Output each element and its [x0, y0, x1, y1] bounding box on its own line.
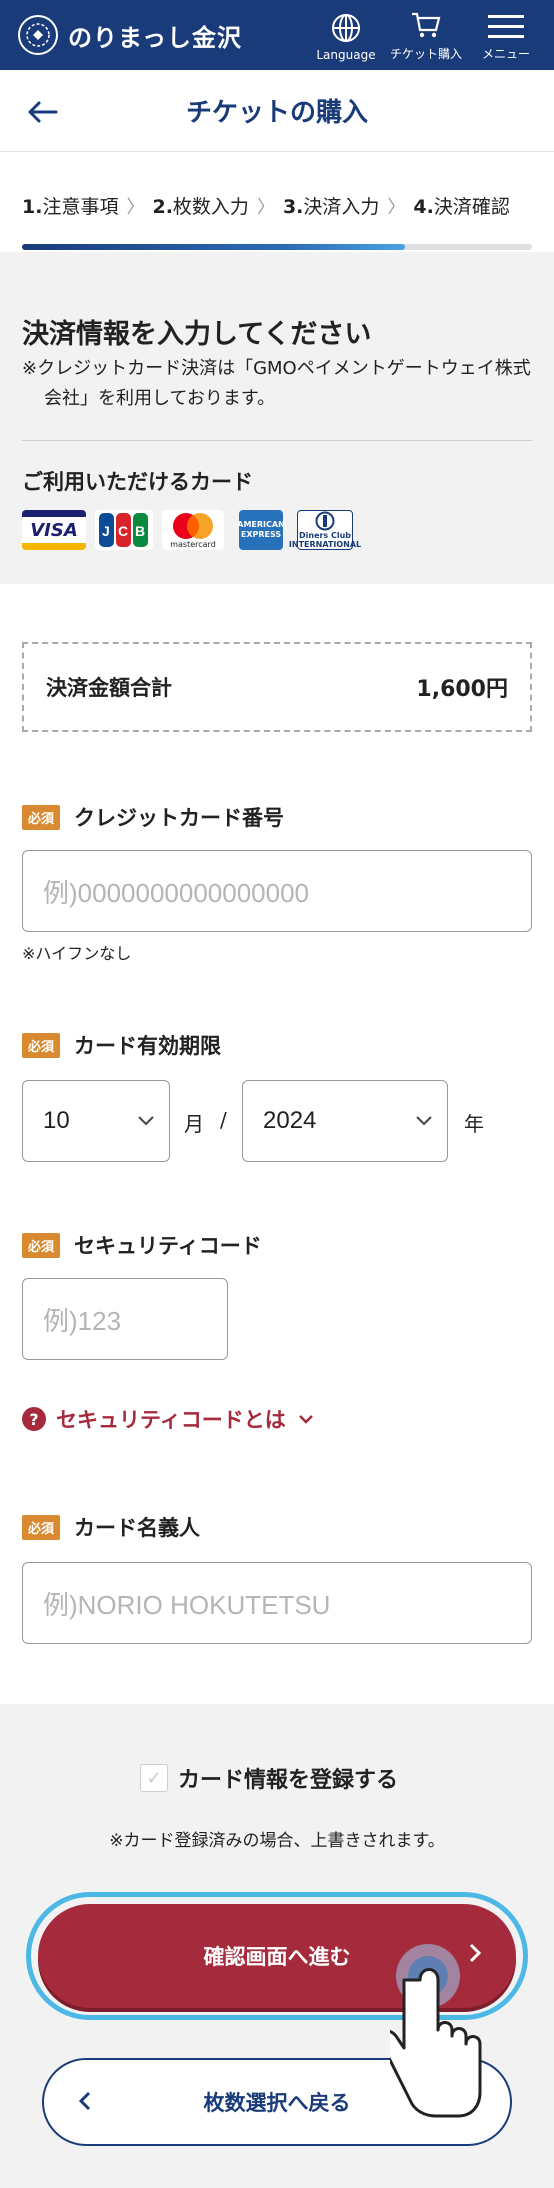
month-unit: 月 [184, 1112, 204, 1136]
total-value: 1,600円 [416, 677, 508, 702]
language-label: Language [316, 48, 376, 62]
card-number-hint: ※ハイフンなし [22, 944, 132, 963]
total-amount-box: 決済金額合計 1,600円 [22, 642, 532, 732]
chevron-right-icon: 〉 [387, 196, 406, 218]
menu-label: メニュー [481, 47, 530, 61]
step-1: 1.注意事項 [22, 196, 119, 218]
security-code-help-link[interactable]: ? セキュリティコードとは [22, 1404, 314, 1434]
expiry-year-select[interactable]: 2024 [242, 1080, 448, 1162]
card-holder-input[interactable]: 例)NORIO HOKUTETSU [22, 1562, 532, 1644]
top-nav: Language チケット購入 メニュー [306, 0, 546, 70]
card-holder-placeholder: 例)NORIO HOKUTETSU [43, 1589, 331, 1620]
arrow-left-icon [28, 101, 58, 123]
step-2: 2.枚数入力 [152, 196, 249, 218]
diners-logo-icon: Diners Club INTERNATIONAL [289, 510, 361, 550]
chevron-right-icon: 〉 [256, 196, 275, 218]
chevron-down-icon [298, 1415, 313, 1424]
page-title: チケットの購入 [185, 98, 368, 128]
payment-info-section: 決済情報を入力してください ※クレジットカード決済は「GMOペイメントゲートウェ… [0, 252, 554, 584]
expiry-year-value: 2024 [263, 1107, 317, 1134]
year-unit: 年 [464, 1112, 484, 1136]
ticket-purchase-label: チケット購入 [389, 47, 462, 61]
expiry-month-value: 10 [43, 1107, 70, 1134]
svg-text:J: J [102, 523, 110, 539]
brand-name: のりまっし金沢 [68, 23, 243, 52]
card-number-label: 必須 クレジットカード番号 [22, 802, 284, 832]
brand-logo-icon [18, 15, 58, 55]
language-button[interactable]: Language [306, 0, 386, 70]
top-header: のりまっし金沢 Language チケット購入 メニュー [0, 0, 554, 70]
gmo-note: ※クレジットカード決済は「GMOペイメントゲートウェイ株式会社」を利用しておりま… [22, 358, 531, 409]
chevron-left-icon [78, 2091, 91, 2111]
step-indicator: 1.注意事項 〉 2.枚数入力 〉 3.決済入力 〉 4.決済確認 [0, 152, 554, 252]
progress-bar-fill [22, 244, 405, 250]
cards-heading: ご利用いただけるカード [22, 470, 253, 494]
hamburger-icon [488, 15, 524, 38]
accepted-cards: VISA JCB mastercard AMERICAN EXPRESS Din… [22, 510, 362, 550]
card-holder-label: 必須 カード名義人 [22, 1512, 200, 1542]
question-icon: ? [22, 1407, 46, 1431]
ticket-purchase-button[interactable]: チケット購入 [386, 0, 466, 70]
card-number-placeholder: 例)0000000000000000 [43, 877, 310, 908]
globe-icon [332, 14, 360, 42]
chevron-down-icon [416, 1116, 432, 1126]
expiry-label: 必須 カード有効期限 [22, 1030, 221, 1060]
date-separator: / [220, 1108, 227, 1132]
total-label: 決済金額合計 [46, 676, 172, 700]
required-badge: 必須 [22, 804, 61, 830]
back-button[interactable] [22, 92, 62, 132]
divider [22, 440, 532, 441]
svg-text:B: B [135, 523, 145, 539]
section-heading: 決済情報を入力してください [22, 319, 372, 350]
progress-bar [22, 244, 532, 250]
cart-icon [412, 12, 441, 38]
chevron-down-icon [138, 1116, 154, 1126]
step-3: 3.決済入力 [282, 196, 380, 218]
register-card-checkbox[interactable]: ✓ [140, 1764, 168, 1792]
security-code-placeholder: 例)123 [43, 1305, 122, 1336]
svg-text:C: C [118, 523, 128, 539]
title-bar: チケットの購入 [0, 70, 554, 152]
step-4: 4.決済確認 [413, 196, 510, 218]
menu-button[interactable]: メニュー [466, 0, 546, 70]
security-code-label: 必須 セキュリティコード [22, 1230, 262, 1260]
required-badge: 必須 [22, 1514, 61, 1540]
visa-logo-icon: VISA [22, 510, 86, 550]
register-note: ※カード登録済みの場合、上書きされます。 [109, 1831, 445, 1851]
required-badge: 必須 [22, 1232, 61, 1258]
security-code-input[interactable]: 例)123 [22, 1278, 228, 1360]
register-card-option[interactable]: ✓ カード情報を登録する [140, 1762, 398, 1794]
mastercard-logo-icon: mastercard [162, 510, 224, 550]
expiry-month-select[interactable]: 10 [22, 1080, 170, 1162]
brand[interactable]: のりまっし金沢 [18, 15, 242, 55]
tap-hand-icon [390, 1944, 482, 2118]
amex-logo-icon: AMERICAN EXPRESS [237, 510, 285, 550]
card-number-input[interactable]: 例)0000000000000000 [22, 850, 532, 932]
required-badge: 必須 [22, 1032, 61, 1058]
jcb-logo-icon: JCB [95, 510, 153, 550]
chevron-right-icon: 〉 [126, 196, 145, 218]
